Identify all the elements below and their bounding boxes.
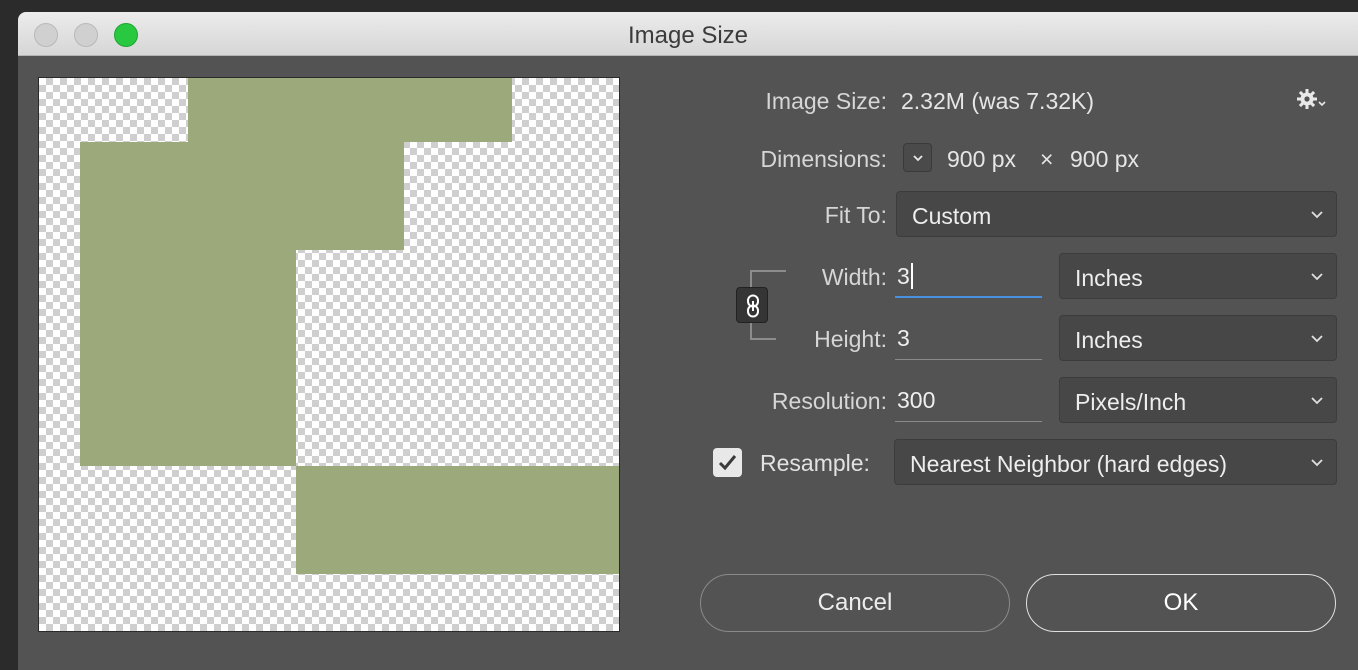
chevron-down-icon — [1311, 397, 1323, 405]
resample-label[interactable]: Resample: — [760, 450, 870, 477]
cancel-button[interactable]: Cancel — [700, 574, 1010, 632]
text-caret — [910, 263, 913, 289]
height-field[interactable]: 3 — [895, 314, 1042, 360]
dimensions-label: Dimensions: — [760, 146, 887, 172]
width-unit-select[interactable]: Inches — [1059, 253, 1337, 299]
chevron-down-icon — [913, 155, 923, 162]
ok-button[interactable]: OK — [1026, 574, 1336, 632]
width-field[interactable]: 3 — [895, 252, 1042, 298]
preview-shape — [188, 78, 512, 142]
fit-to-select[interactable]: Custom — [896, 191, 1337, 237]
constrain-proportions-button[interactable] — [736, 287, 768, 323]
resolution-label: Resolution: — [771, 388, 887, 414]
width-label: Width: — [821, 264, 887, 290]
height-label: Height: — [814, 326, 887, 352]
resample-method-select[interactable]: Nearest Neighbor (hard edges) — [894, 439, 1337, 485]
height-unit-value: Inches — [1075, 327, 1143, 353]
resample-checkbox[interactable] — [713, 448, 742, 477]
fit-to-label: Fit To: — [824, 202, 887, 228]
chain-link-icon — [747, 294, 759, 318]
resolution-field[interactable]: 300 — [895, 376, 1042, 422]
checkmark-icon — [718, 455, 737, 471]
gear-icon[interactable] — [1296, 88, 1326, 114]
image-size-label: Image Size: — [765, 88, 887, 114]
resample-method-value: Nearest Neighbor (hard edges) — [910, 451, 1228, 477]
fit-to-value: Custom — [912, 203, 992, 229]
dimensions-times: × — [1040, 146, 1054, 172]
resolution-unit-select[interactable]: Pixels/Inch — [1059, 377, 1337, 423]
image-preview[interactable] — [38, 77, 620, 632]
preview-shape — [80, 142, 404, 250]
resolution-value: 300 — [897, 387, 936, 413]
width-unit-value: Inches — [1075, 265, 1143, 291]
chevron-down-icon — [1311, 459, 1323, 467]
constrain-bracket-top — [750, 270, 786, 287]
dimensions-height: 900 px — [1070, 146, 1140, 172]
resolution-unit-value: Pixels/Inch — [1075, 389, 1187, 415]
preview-shape — [80, 250, 296, 466]
width-value: 3 — [897, 263, 910, 289]
height-unit-select[interactable]: Inches — [1059, 315, 1337, 361]
image-size-value: 2.32M (was 7.32K) — [901, 88, 1095, 114]
chevron-down-icon — [1311, 211, 1323, 219]
dimensions-width: 900 px — [947, 146, 1017, 172]
title-bar: Image Size — [18, 12, 1358, 56]
height-value: 3 — [897, 325, 910, 351]
image-size-dialog: Image Size Image Size: 2.32M (was 7.32K) — [18, 12, 1358, 670]
chevron-down-icon — [1311, 335, 1323, 343]
constrain-bracket-bottom — [750, 323, 776, 340]
preview-shape — [296, 466, 619, 574]
window-title: Image Size — [627, 22, 749, 49]
dimensions-menu-button[interactable] — [903, 143, 932, 172]
chevron-down-icon — [1311, 273, 1323, 281]
